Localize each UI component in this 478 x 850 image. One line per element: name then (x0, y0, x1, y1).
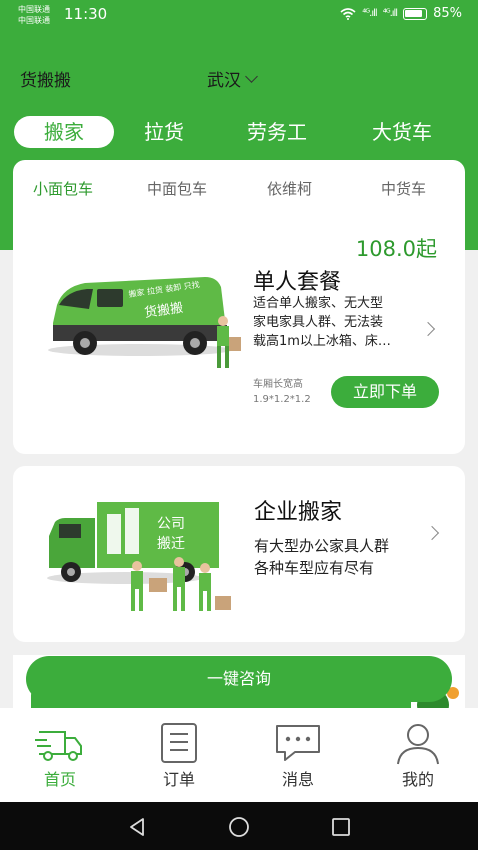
chevron-right-icon[interactable] (424, 525, 440, 541)
vehicle-tab-medium-truck[interactable]: 中货车 (381, 178, 426, 199)
signal-icon-1: ⁴ᴳ.ıll (362, 8, 377, 19)
vehicle-tabs: 小面包车 中面包车 依维柯 中货车 (13, 160, 465, 210)
battery-icon (403, 7, 428, 20)
city-label: 武汉 (207, 71, 241, 91)
clock: 11:30 (64, 5, 108, 23)
battery-percent: 85% (433, 6, 462, 21)
service-tabs: 搬家 拉货 劳务工 大货车 (0, 116, 478, 152)
order-list-icon (161, 723, 197, 763)
consult-button[interactable]: 一键咨询 (26, 656, 452, 702)
wifi-icon (340, 7, 356, 20)
bottom-nav: 首页 订单 消息 我的 (0, 708, 478, 802)
van-illustration: 搬家 拉货 装卸 只找 货搬搬 (48, 277, 241, 368)
vehicle-tab-medium-van[interactable]: 中面包车 (147, 178, 207, 199)
enterprise-title: 企业搬家 (254, 500, 343, 525)
back-icon[interactable] (127, 817, 147, 837)
truck-banner-line2: 搬迁 (157, 536, 185, 552)
chevron-down-icon (245, 69, 258, 83)
recents-icon[interactable] (331, 817, 351, 837)
dimensions-value: 1.9*1.2*1.2 (253, 394, 311, 405)
package-title: 单人套餐 (253, 270, 342, 295)
order-now-button[interactable]: 立即下单 (331, 376, 439, 408)
nav-profile[interactable]: 我的 (358, 708, 478, 802)
truck-banner-line1: 公司 (157, 516, 185, 532)
tab-large-truck[interactable]: 大货车 (356, 116, 448, 148)
tab-labor[interactable]: 劳务工 (232, 116, 322, 148)
enterprise-desc-line: 各种车型应有尽有 (254, 559, 375, 577)
profile-icon (397, 724, 439, 765)
system-nav-bar (0, 802, 478, 850)
app-title: 货搬搬 (20, 71, 71, 91)
package-price: 108.0起 (355, 237, 437, 261)
nav-label: 订单 (162, 770, 195, 789)
enterprise-desc-line: 有大型办公家具人群 (254, 537, 390, 555)
cargo-dimensions: 车厢长宽高 1.9*1.2*1.2 (253, 377, 311, 407)
package-desc-line: 家电家具人群、无法装 (253, 315, 384, 330)
nav-label: 首页 (43, 770, 76, 789)
nav-messages[interactable]: 消息 (238, 708, 358, 802)
nav-home[interactable]: 首页 (0, 708, 120, 802)
truck-icon (35, 731, 82, 761)
package-description: 适合单人搬家、无大型 家电家具人群、无法装 载高1m以上冰箱、床… (253, 294, 429, 351)
vehicle-tab-small-van[interactable]: 小面包车 (33, 178, 93, 199)
truck-illustration: 公司 搬迁 (47, 502, 231, 611)
nav-label: 我的 (401, 770, 434, 789)
enterprise-description: 有大型办公家具人群 各种车型应有尽有 (254, 535, 389, 579)
carrier-1: 中国联通 (18, 5, 50, 14)
vehicle-tab-iveco[interactable]: 依维柯 (267, 178, 312, 199)
tab-moving[interactable]: 搬家 (14, 116, 114, 148)
tab-freight[interactable]: 拉货 (124, 116, 204, 148)
package-card[interactable]: 小面包车 中面包车 依维柯 中货车 搬家 拉货 装卸 只找 货搬搬 108.0起… (13, 160, 465, 454)
nav-orders[interactable]: 订单 (119, 708, 239, 802)
home-icon[interactable] (228, 816, 250, 838)
enterprise-moving-card[interactable]: 公司 搬迁 企业搬家 有大型办公家具人群 各种车型应有尽有 (13, 466, 465, 642)
status-icons: ⁴ᴳ.ıll ⁴ᴳ.ıll 85% (340, 6, 462, 21)
status-bar: 中国联通 中国联通 11:30 ⁴ᴳ.ıll ⁴ᴳ.ıll 85% (0, 0, 478, 32)
nav-label: 消息 (281, 770, 314, 789)
dimensions-label: 车厢长宽高 (253, 379, 303, 390)
carrier-2: 中国联通 (18, 16, 50, 25)
city-selector[interactable]: 武汉 (207, 66, 258, 91)
message-icon (276, 725, 320, 761)
package-desc-line: 载高1m以上冰箱、床… (253, 334, 391, 349)
package-desc-line: 适合单人搬家、无大型 (253, 296, 384, 311)
carrier-info: 中国联通 中国联通 (18, 4, 50, 26)
signal-icon-2: ⁴ᴳ.ıll (382, 8, 398, 19)
